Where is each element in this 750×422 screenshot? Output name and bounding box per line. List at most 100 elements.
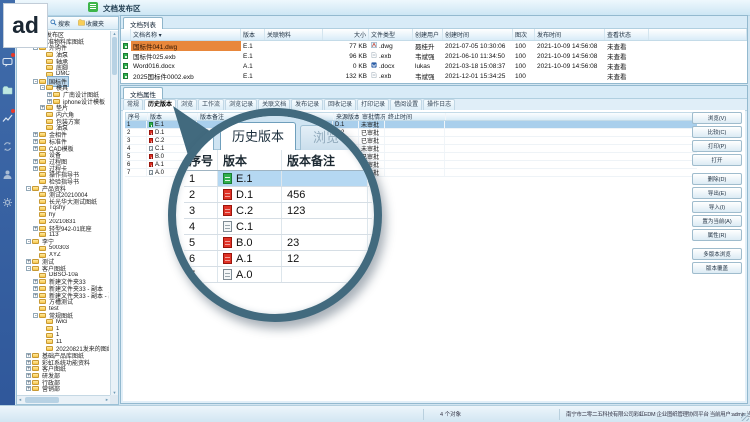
tree-toggle-icon[interactable]: + <box>26 373 31 378</box>
tree-item[interactable]: 1 <box>18 332 109 339</box>
history-column-header[interactable]: 序号 <box>126 113 148 120</box>
column-header[interactable]: 关联物料 <box>265 29 323 40</box>
tree-item[interactable]: +CAD模板 <box>18 145 109 152</box>
tree-vscrollbar[interactable]: ▲ ▼ <box>110 31 118 395</box>
column-header[interactable]: 大小 <box>323 29 369 40</box>
file-sheet: 100 <box>513 61 535 71</box>
tab-properties[interactable]: 操作日志 <box>423 99 455 110</box>
action-button[interactable]: 置为当前(A) <box>692 215 742 227</box>
tree-toggle-icon[interactable]: - <box>33 79 38 84</box>
tree-item[interactable]: +营销部 <box>18 385 109 392</box>
column-header[interactable]: 发布时间 <box>535 29 605 40</box>
tree-toggle-icon[interactable]: + <box>33 166 38 171</box>
action-button[interactable]: 导出(E) <box>692 187 742 199</box>
action-button[interactable]: 多版本浏览 <box>692 248 742 260</box>
tab-properties[interactable]: 常规 <box>123 99 143 110</box>
action-button[interactable]: 浏览(V) <box>692 112 742 124</box>
tree-toggle-icon[interactable]: + <box>26 366 31 371</box>
column-header[interactable]: 创建时间 <box>443 29 513 40</box>
tree-item[interactable]: XYZ <box>18 252 109 259</box>
tree-hscrollbar[interactable]: ◄ ► <box>17 395 110 404</box>
file-row[interactable]: 国标件041.dwgE.177 KB.dwg聂桂升2021-07-05 10:3… <box>121 41 747 51</box>
tree-toggle-icon[interactable]: + <box>26 386 31 391</box>
tree-toggle-icon[interactable]: + <box>33 286 38 291</box>
tree-toggle-icon[interactable]: - <box>26 266 31 271</box>
tree-toggle-icon[interactable]: + <box>47 99 52 104</box>
tab-document-list[interactable]: 文档列表 <box>123 17 163 29</box>
tree-toggle-icon[interactable]: + <box>26 360 31 365</box>
tree-item[interactable]: 长光华大测试图纸 <box>18 198 109 205</box>
settings-icon[interactable] <box>2 195 13 206</box>
tree-item[interactable]: +轻型942-01底座 <box>18 225 109 232</box>
tree-item[interactable]: -客户图纸 <box>18 265 109 272</box>
scroll-up-icon[interactable]: ▲ <box>111 31 118 36</box>
action-button[interactable]: 比较(C) <box>692 126 742 138</box>
action-button[interactable]: 属性(R) <box>692 229 742 241</box>
sync-icon[interactable] <box>2 139 13 150</box>
scroll-right-icon[interactable]: ► <box>105 396 109 404</box>
tab-properties[interactable]: 借阅设置 <box>390 99 422 110</box>
tree-item[interactable]: -李宁 <box>18 238 109 245</box>
tree-toggle-icon[interactable]: + <box>26 353 31 358</box>
tab-properties[interactable]: 浏览记录 <box>225 99 257 110</box>
column-header[interactable]: 查看状态 <box>605 29 649 40</box>
tab-properties[interactable]: 浏览 <box>177 99 197 110</box>
tree-item[interactable]: -常规图纸 <box>18 312 109 319</box>
column-header[interactable]: 文件类型 <box>369 29 413 40</box>
messages-icon[interactable] <box>2 55 13 66</box>
tree-item[interactable]: lwici <box>18 319 109 326</box>
tree-toggle-icon[interactable]: + <box>33 139 38 144</box>
file-row[interactable]: 国标件025.exbE.196 KB.exb韦斌强2021-06-10 11:3… <box>121 51 747 61</box>
tree-item[interactable]: +客户图纸 <box>18 365 109 372</box>
history-seq: 1 <box>125 121 147 128</box>
tree-toggle-icon[interactable]: - <box>26 239 31 244</box>
tree-toggle-icon[interactable]: + <box>33 159 38 164</box>
tree-item[interactable]: 底脚 <box>18 64 109 71</box>
action-button[interactable]: 删除(D) <box>692 173 742 185</box>
tree-item[interactable]: hy <box>18 212 109 219</box>
column-header[interactable]: 创建用户 <box>413 29 443 40</box>
file-row[interactable]: Word016.docxA.10 KB.docxlukas2021-03-18 … <box>121 61 747 71</box>
tree-toggle-icon[interactable]: + <box>33 226 38 231</box>
tree-item[interactable]: 1 <box>18 325 109 332</box>
scrollbar-thumb[interactable] <box>112 37 117 75</box>
tree-item[interactable]: 500303 <box>18 245 109 252</box>
tab-document-properties[interactable]: 文档属性 <box>123 87 163 99</box>
column-header[interactable]: 图次 <box>513 29 535 40</box>
tree-toolbar-button-search[interactable]: 搜索 <box>47 17 73 29</box>
tree-toggle-icon[interactable]: - <box>40 85 45 90</box>
tree-toggle-icon[interactable]: - <box>33 313 38 318</box>
tree-toggle-icon[interactable]: + <box>47 92 52 97</box>
scrollbar-thumb[interactable] <box>25 397 59 403</box>
tree-toggle-icon[interactable]: + <box>33 132 38 137</box>
file-type-label: .docx <box>379 63 395 70</box>
action-button[interactable]: 导入(I) <box>692 201 742 213</box>
tree-toggle-icon[interactable]: + <box>33 293 38 298</box>
tree-toggle-icon[interactable]: + <box>40 105 45 110</box>
tab-properties[interactable]: 工作流 <box>198 99 224 110</box>
file-name: 国标件025.exb <box>131 51 241 61</box>
tree-toggle-icon[interactable]: - <box>26 186 31 191</box>
column-header[interactable]: 版本 <box>241 29 265 40</box>
tree-toggle-icon[interactable]: + <box>33 146 38 151</box>
column-header[interactable]: 文档名称 ▾ <box>131 29 241 40</box>
activity-icon[interactable] <box>2 111 13 122</box>
action-button[interactable]: 打开 <box>692 154 742 166</box>
contacts-icon[interactable] <box>2 167 13 178</box>
folder-icon[interactable] <box>2 83 13 94</box>
tab-properties[interactable]: 发布记录 <box>291 99 323 110</box>
action-button[interactable]: 打印(P) <box>692 140 742 152</box>
tree-item[interactable]: +行政部 <box>18 379 109 386</box>
file-row[interactable]: 2025国标件0002.exbE.1132 KB.exb韦斌强2021-12-0… <box>121 71 747 81</box>
action-button[interactable]: 版本覆盖 <box>692 262 742 274</box>
tab-properties[interactable]: 打印记录 <box>357 99 389 110</box>
tree-toggle-icon[interactable]: + <box>33 279 38 284</box>
tree-toggle-icon[interactable]: + <box>26 259 31 264</box>
scroll-left-icon[interactable]: ◄ <box>18 396 22 404</box>
tab-properties[interactable]: 回收记录 <box>324 99 356 110</box>
tree-toolbar-button-favorites[interactable]: 收藏夹 <box>75 17 107 29</box>
resize-grip-icon[interactable] <box>741 413 749 421</box>
tree-toggle-icon[interactable]: + <box>26 380 31 385</box>
history-column-header[interactable]: 终止时间 <box>386 113 446 120</box>
app-logo: ad <box>3 3 48 48</box>
